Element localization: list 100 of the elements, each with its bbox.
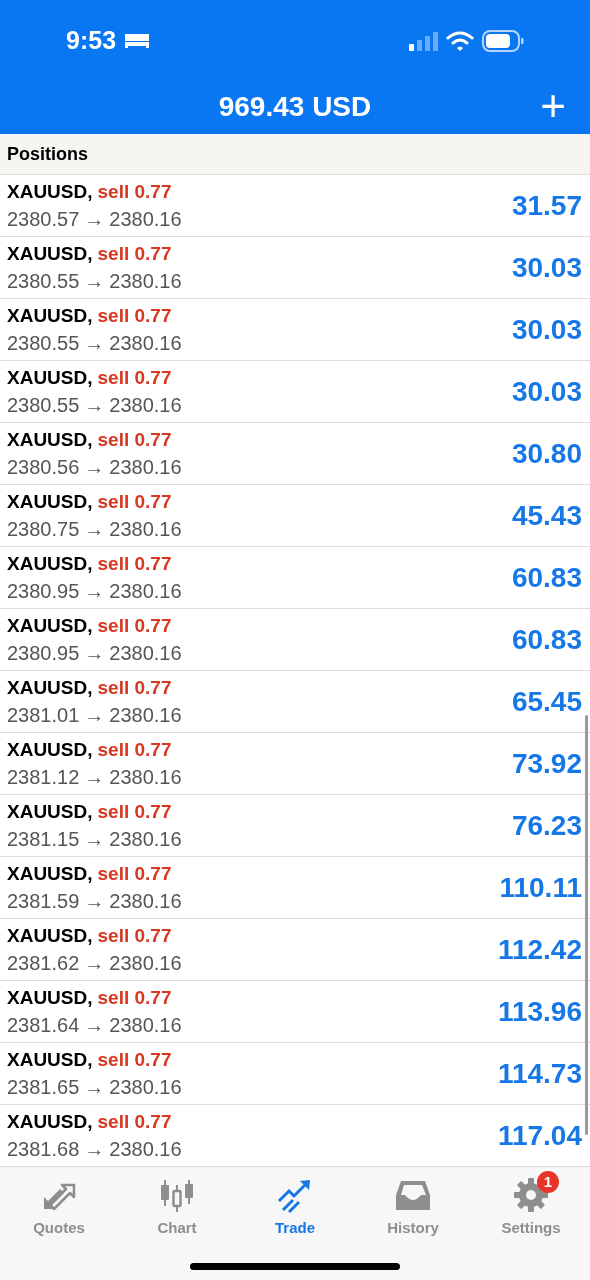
- current-price: 2380.16: [109, 395, 182, 415]
- wifi-icon: [446, 31, 474, 51]
- arrow-label: →: [84, 271, 105, 291]
- profit-value: 110.11: [499, 870, 582, 905]
- tab-bar-item[interactable]: Trade: [245, 1175, 345, 1240]
- side-label: sell 0.77: [97, 182, 172, 201]
- current-price: 2380.16: [109, 209, 182, 229]
- arrow-label: →: [84, 519, 105, 539]
- arrow-label: →: [84, 333, 105, 353]
- position-row[interactable]: XAUUSD, sell 0.77 2380.75 → 2380.16 45.43: [0, 485, 590, 547]
- profit-value: 117.04: [497, 1118, 582, 1153]
- position-row[interactable]: XAUUSD, sell 0.77 2380.56 → 2380.16 30.80: [0, 423, 590, 485]
- arrow-label: →: [84, 1077, 105, 1097]
- side-label: sell 0.77: [97, 244, 172, 263]
- arrow-label: →: [84, 891, 105, 911]
- open-price: 2380.55: [7, 395, 80, 415]
- battery-icon: [482, 30, 524, 52]
- arrow-label: →: [84, 953, 105, 973]
- open-price: 2381.64: [7, 1015, 80, 1035]
- open-price: 2380.95: [7, 581, 80, 601]
- position-row[interactable]: XAUUSD, sell 0.77 2380.95 → 2380.16 60.83: [0, 547, 590, 609]
- side-label: sell 0.77: [97, 306, 172, 325]
- balance-title: 969.43 USD: [218, 90, 372, 124]
- open-price: 2381.15: [7, 829, 80, 849]
- symbol-label: XAUUSD,: [7, 740, 93, 759]
- current-price: 2380.16: [109, 333, 182, 353]
- open-price: 2380.55: [7, 271, 80, 291]
- symbol-label: XAUUSD,: [7, 864, 93, 883]
- symbol-label: XAUUSD,: [7, 492, 93, 511]
- side-label: sell 0.77: [97, 368, 172, 387]
- bed-icon: [124, 32, 151, 50]
- arrow-label: →: [84, 829, 105, 849]
- side-label: sell 0.77: [97, 554, 172, 573]
- position-row[interactable]: XAUUSD, sell 0.77 2380.55 → 2380.16 30.03: [0, 361, 590, 423]
- profit-value: 114.73: [497, 1056, 582, 1091]
- current-price: 2380.16: [109, 829, 182, 849]
- open-price: 2380.75: [7, 519, 80, 539]
- profit-value: 73.92: [511, 746, 582, 781]
- side-label: sell 0.77: [97, 740, 172, 759]
- symbol-label: XAUUSD,: [7, 988, 93, 1007]
- position-row[interactable]: XAUUSD, sell 0.77 2380.55 → 2380.16 30.03: [0, 299, 590, 361]
- open-price: 2381.59: [7, 891, 80, 911]
- current-price: 2380.16: [109, 1077, 182, 1097]
- section-title: Positions: [7, 142, 88, 166]
- signal-icon: [408, 31, 438, 51]
- position-row[interactable]: XAUUSD, sell 0.77 2380.55 → 2380.16 30.03: [0, 237, 590, 299]
- arrow-label: →: [84, 581, 105, 601]
- current-price: 2380.16: [109, 767, 182, 787]
- arrow-label: →: [84, 1139, 105, 1159]
- profit-value: 60.83: [511, 560, 582, 595]
- side-label: sell 0.77: [97, 678, 172, 697]
- arrow-label: →: [84, 643, 105, 663]
- symbol-label: XAUUSD,: [7, 802, 93, 821]
- profit-value: 113.96: [497, 994, 582, 1029]
- side-label: sell 0.77: [97, 430, 172, 449]
- open-price: 2380.56: [7, 457, 80, 477]
- open-price: 2381.68: [7, 1139, 80, 1159]
- profit-value: 76.23: [511, 808, 582, 843]
- side-label: sell 0.77: [97, 616, 172, 635]
- profit-value: 65.45: [511, 684, 582, 719]
- open-price: 2381.65: [7, 1077, 80, 1097]
- side-label: sell 0.77: [97, 802, 172, 821]
- profit-value: 30.03: [511, 374, 582, 409]
- open-price: 2381.62: [7, 953, 80, 973]
- open-price: 2380.57: [7, 209, 80, 229]
- arrow-label: →: [84, 457, 105, 477]
- notification-badge: 1: [537, 1171, 559, 1193]
- arrow-label: →: [84, 767, 105, 787]
- arrow-label: →: [84, 395, 105, 415]
- symbol-label: XAUUSD,: [7, 306, 93, 325]
- profit-value: 30.80: [511, 436, 582, 471]
- current-price: 2380.16: [109, 457, 182, 477]
- symbol-label: XAUUSD,: [7, 1050, 93, 1069]
- symbol-label: XAUUSD,: [7, 182, 93, 201]
- add-button[interactable]: +: [540, 82, 566, 130]
- current-price: 2380.16: [109, 1015, 182, 1035]
- side-label: sell 0.77: [97, 864, 172, 883]
- side-label: sell 0.77: [97, 1050, 172, 1069]
- current-price: 2380.16: [109, 519, 182, 539]
- symbol-label: XAUUSD,: [7, 244, 93, 263]
- open-price: 2380.95: [7, 643, 80, 663]
- symbol-label: XAUUSD,: [7, 1112, 93, 1131]
- open-price: 2381.12: [7, 767, 80, 787]
- side-label: sell 0.77: [97, 492, 172, 511]
- symbol-label: XAUUSD,: [7, 368, 93, 387]
- current-price: 2380.16: [109, 705, 182, 725]
- arrow-label: →: [84, 209, 105, 229]
- arrow-label: →: [84, 705, 105, 725]
- position-row[interactable]: XAUUSD, sell 0.77 2380.57 → 2380.16 31.57: [0, 175, 590, 237]
- profit-value: 112.42: [497, 932, 582, 967]
- symbol-label: XAUUSD,: [7, 554, 93, 573]
- symbol-label: XAUUSD,: [7, 430, 93, 449]
- side-label: sell 0.77: [97, 926, 172, 945]
- current-price: 2380.16: [109, 891, 182, 911]
- position-row[interactable]: XAUUSD, sell 0.77 2381.01 → 2380.16 65.45: [0, 671, 590, 733]
- current-price: 2380.16: [109, 581, 182, 601]
- profit-value: 60.83: [511, 622, 582, 657]
- symbol-label: XAUUSD,: [7, 616, 93, 635]
- position-row[interactable]: XAUUSD, sell 0.77 2380.95 → 2380.16 60.83: [0, 609, 590, 671]
- current-price: 2380.16: [109, 1139, 182, 1159]
